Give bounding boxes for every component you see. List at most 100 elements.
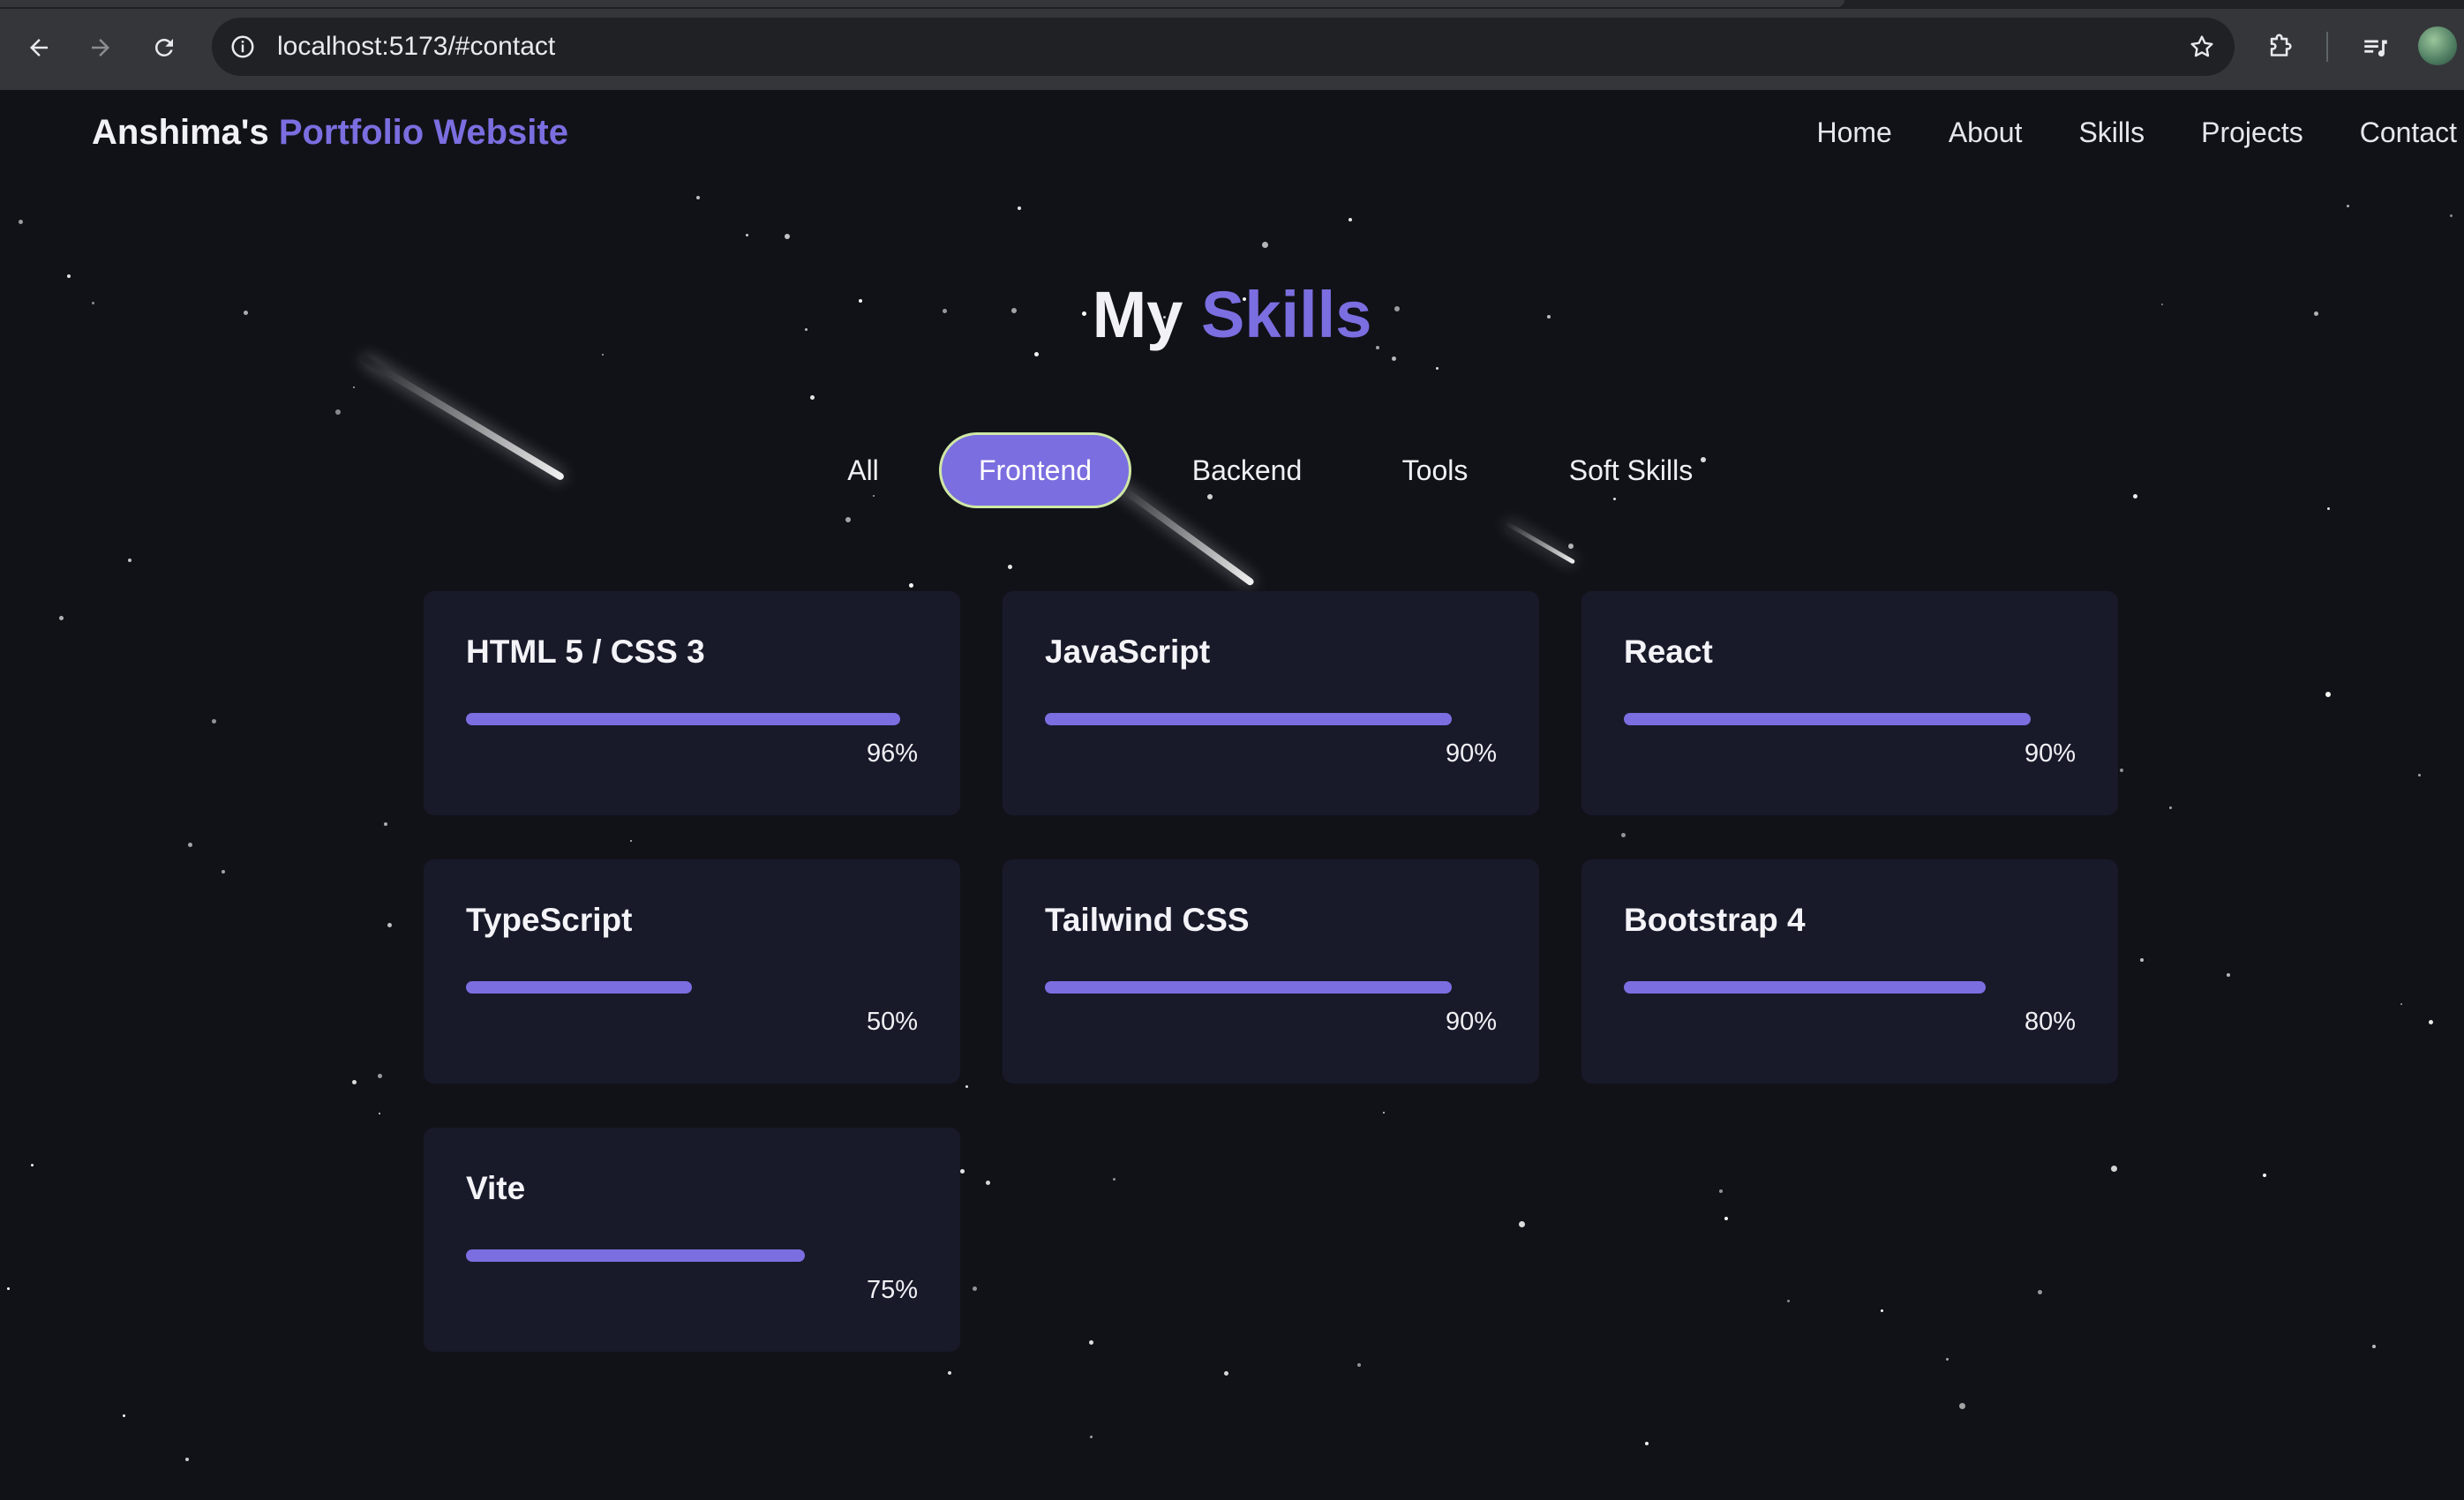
url-text[interactable]: localhost:5173/#contact — [277, 18, 555, 76]
extensions-button[interactable] — [2257, 25, 2303, 71]
nav-home[interactable]: Home — [1816, 116, 1891, 149]
star-dot — [810, 395, 815, 400]
site-info-icon[interactable] — [226, 30, 259, 64]
star-dot — [2169, 806, 2172, 809]
skill-card: React 90% — [1581, 591, 2118, 815]
star-dot — [1519, 1221, 1525, 1227]
back-button[interactable] — [16, 25, 62, 71]
star-dot — [353, 386, 355, 388]
star-dot — [1348, 218, 1352, 221]
filter-backend[interactable]: Backend — [1167, 432, 1327, 508]
star-dot — [188, 843, 192, 847]
star-dot — [2347, 205, 2349, 207]
star-dot — [128, 559, 131, 562]
star-dot — [352, 1080, 357, 1084]
star-dot — [1881, 1309, 1883, 1312]
star-dot — [973, 1286, 977, 1291]
star-dot — [2111, 1166, 2117, 1172]
logo-prefix: Anshima's — [92, 113, 269, 152]
skill-name: TypeScript — [466, 902, 633, 938]
star-dot — [2263, 1174, 2266, 1177]
portfolio-page: Anshima's Portfolio Website Home About S… — [0, 90, 2464, 1500]
media-queue-icon — [2364, 40, 2387, 57]
section-title-prefix: My — [1092, 278, 1183, 351]
bookmark-star-icon[interactable] — [2185, 30, 2219, 64]
star-dot — [2418, 774, 2421, 776]
address-bar[interactable]: localhost:5173/#contact — [212, 18, 2235, 76]
main-nav: Home About Skills Projects Contact — [1760, 116, 2457, 149]
star-dot — [1645, 1442, 1649, 1445]
star-dot — [630, 840, 632, 842]
skill-progress-track — [466, 713, 918, 725]
star-dot — [1090, 1436, 1093, 1438]
star-dot — [960, 1169, 965, 1174]
skill-progress-track — [466, 1249, 918, 1262]
skill-progress-fill — [466, 1249, 805, 1262]
star-dot — [1724, 1217, 1728, 1220]
star-dot — [696, 196, 700, 199]
skill-progress-fill — [1045, 981, 1452, 994]
star-dot — [185, 1458, 189, 1461]
star-dot — [2325, 692, 2331, 697]
skill-percent: 50% — [866, 1008, 918, 1036]
site-logo[interactable]: Anshima's Portfolio Website — [92, 113, 568, 153]
star-dot — [1719, 1189, 1723, 1193]
skill-filter-tabs: All Frontend Backend Tools Soft Skills — [0, 432, 2464, 508]
skill-percent: 96% — [866, 739, 918, 768]
star-dot — [1089, 1340, 1093, 1345]
star-dot — [1621, 833, 1626, 837]
star-dot — [1946, 1358, 1949, 1361]
star-dot — [1383, 1112, 1385, 1114]
filter-soft-skills[interactable]: Soft Skills — [1550, 432, 1712, 508]
filter-frontend[interactable]: Frontend — [939, 432, 1131, 508]
skill-progress-fill — [466, 713, 900, 725]
skill-name: Vite — [466, 1170, 526, 1206]
forward-arrow-icon — [92, 39, 109, 56]
star-dot — [2372, 1345, 2376, 1348]
tab-strip — [0, 0, 2464, 9]
filter-tools[interactable]: Tools — [1373, 432, 1497, 508]
skill-percent: 90% — [1445, 1008, 1497, 1036]
reload-icon — [154, 38, 173, 56]
star-dot — [378, 1074, 382, 1078]
active-tab[interactable] — [0, 0, 1844, 7]
forward-button[interactable] — [78, 25, 124, 71]
star-dot — [948, 1371, 951, 1375]
back-arrow-icon — [30, 39, 48, 56]
skill-name: React — [1624, 634, 1713, 670]
star-dot — [19, 220, 23, 224]
star-dot — [1959, 1403, 1965, 1409]
nav-contact[interactable]: Contact — [2360, 116, 2457, 149]
skill-name: JavaScript — [1045, 634, 1211, 670]
section-title-accent: Skills — [1201, 278, 1372, 351]
star-dot — [212, 719, 216, 724]
star-dot — [1436, 367, 1439, 370]
skill-progress-track — [1624, 981, 2076, 994]
star-dot — [31, 1164, 34, 1166]
star-dot — [1008, 565, 1012, 569]
star-dot — [602, 354, 604, 356]
profile-avatar[interactable] — [2418, 26, 2457, 65]
star-dot — [965, 1085, 968, 1088]
puzzle-icon — [2270, 34, 2292, 56]
nav-skills[interactable]: Skills — [2078, 116, 2145, 149]
star-dot — [1262, 242, 1268, 248]
star-dot — [384, 822, 387, 826]
star-dot — [2140, 958, 2144, 962]
filter-all[interactable]: All — [826, 432, 900, 508]
skill-progress-fill — [1624, 713, 2031, 725]
star-dot — [845, 517, 851, 522]
skill-percent: 90% — [1445, 739, 1497, 768]
skill-progress-fill — [1624, 981, 1986, 994]
skill-name: Bootstrap 4 — [1624, 902, 1806, 938]
reload-button[interactable] — [141, 25, 187, 71]
star-dot — [2450, 214, 2453, 217]
skill-card: TypeScript 50% — [424, 859, 960, 1084]
star-dot — [387, 923, 392, 927]
star-dot — [1357, 1363, 1361, 1367]
nav-about[interactable]: About — [1949, 116, 2023, 149]
star-dot — [7, 1287, 10, 1290]
media-control-button[interactable] — [2353, 25, 2399, 71]
nav-projects[interactable]: Projects — [2201, 116, 2303, 149]
star-dot — [1787, 1300, 1790, 1302]
